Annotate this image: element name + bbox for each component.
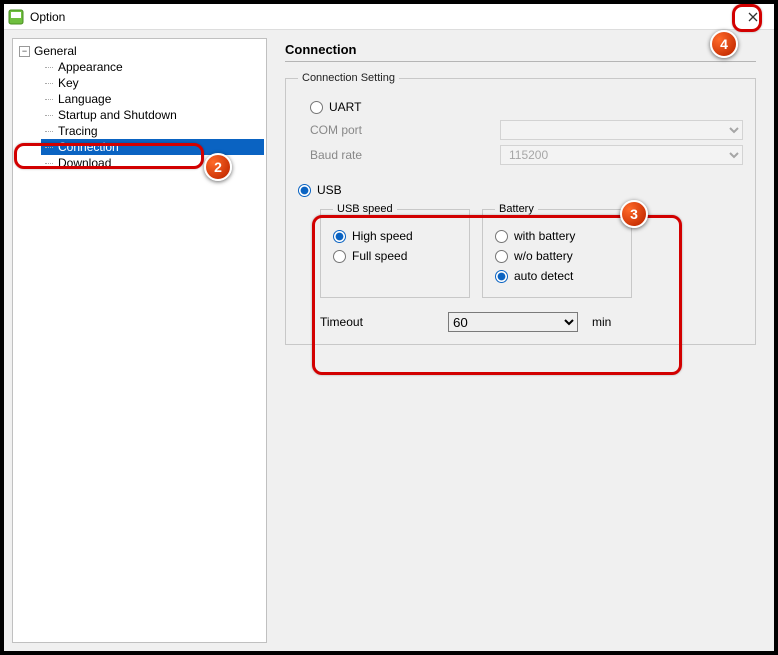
tree-branch-icon	[45, 163, 53, 164]
usb-speed-group: USB speed High speed Full speed	[320, 203, 470, 298]
tree-label: Connection	[58, 140, 119, 154]
collapse-icon[interactable]: −	[19, 46, 30, 57]
tree-branch-icon	[45, 115, 53, 116]
tree-label: Tracing	[58, 124, 98, 138]
close-button[interactable]	[736, 6, 770, 28]
tree-node-general[interactable]: − General	[15, 43, 264, 59]
tree-label: Startup and Shutdown	[58, 108, 177, 122]
radio-uart-label: UART	[329, 100, 361, 114]
tree-branch-icon	[45, 131, 53, 132]
page-heading: Connection	[285, 42, 756, 62]
timeout-unit: min	[592, 315, 611, 329]
radio-high-speed-input[interactable]	[333, 230, 346, 243]
tree-node-connection[interactable]: Connection	[41, 139, 264, 155]
radio-usb[interactable]: USB	[298, 183, 743, 197]
tree-node-tracing[interactable]: Tracing	[41, 123, 264, 139]
radio-full-speed-label: Full speed	[352, 249, 407, 263]
radio-with-battery-input[interactable]	[495, 230, 508, 243]
tree-label: Key	[58, 76, 79, 90]
radio-full-speed[interactable]: Full speed	[333, 249, 457, 263]
radio-high-speed[interactable]: High speed	[333, 229, 457, 243]
connection-setting-group: Connection Setting UART COM port	[285, 72, 756, 345]
baud-rate-label: Baud rate	[310, 148, 500, 162]
app-icon	[8, 9, 24, 25]
tree-label: General	[34, 44, 77, 58]
tree-label: Download	[58, 156, 111, 170]
tree-label: Language	[58, 92, 111, 106]
radio-uart-input[interactable]	[310, 101, 323, 114]
timeout-select[interactable]: 60	[448, 312, 578, 332]
radio-with-battery[interactable]: with battery	[495, 229, 619, 243]
radio-full-speed-input[interactable]	[333, 250, 346, 263]
radio-auto-detect-label: auto detect	[514, 269, 573, 283]
radio-auto-detect-input[interactable]	[495, 270, 508, 283]
option-dialog: Option − General Appearance Key Language St…	[4, 4, 774, 651]
window-title: Option	[30, 10, 65, 24]
com-port-label: COM port	[310, 123, 500, 137]
radio-with-battery-label: with battery	[514, 229, 575, 243]
com-port-select[interactable]	[500, 120, 743, 140]
radio-uart[interactable]: UART	[310, 100, 743, 114]
tree-node-startup-and-shutdown[interactable]: Startup and Shutdown	[41, 107, 264, 123]
settings-panel: Connection Connection Setting UART COM p…	[275, 38, 766, 643]
titlebar: Option	[4, 4, 774, 30]
radio-without-battery-input[interactable]	[495, 250, 508, 263]
tree-node-language[interactable]: Language	[41, 91, 264, 107]
timeout-label: Timeout	[320, 315, 440, 329]
tree-node-appearance[interactable]: Appearance	[41, 59, 264, 75]
battery-group: Battery with battery w/o battery	[482, 203, 632, 298]
baud-rate-select[interactable]: 115200	[500, 145, 743, 165]
tree-branch-icon	[45, 67, 53, 68]
usb-speed-legend: USB speed	[333, 203, 397, 215]
tree-label: Appearance	[58, 60, 123, 74]
radio-usb-input[interactable]	[298, 184, 311, 197]
radio-auto-detect[interactable]: auto detect	[495, 269, 619, 283]
tree-node-download[interactable]: Download	[41, 155, 264, 171]
group-legend: Connection Setting	[298, 72, 399, 84]
tree-branch-icon	[45, 99, 53, 100]
tree-node-key[interactable]: Key	[41, 75, 264, 91]
battery-legend: Battery	[495, 203, 538, 215]
radio-without-battery-label: w/o battery	[514, 249, 573, 263]
tree-branch-icon	[45, 147, 53, 148]
tree-branch-icon	[45, 83, 53, 84]
radio-usb-label: USB	[317, 183, 342, 197]
nav-tree: − General Appearance Key Language Startup a…	[12, 38, 267, 643]
client-area: − General Appearance Key Language Startup a…	[4, 30, 774, 651]
radio-without-battery[interactable]: w/o battery	[495, 249, 619, 263]
radio-high-speed-label: High speed	[352, 229, 413, 243]
